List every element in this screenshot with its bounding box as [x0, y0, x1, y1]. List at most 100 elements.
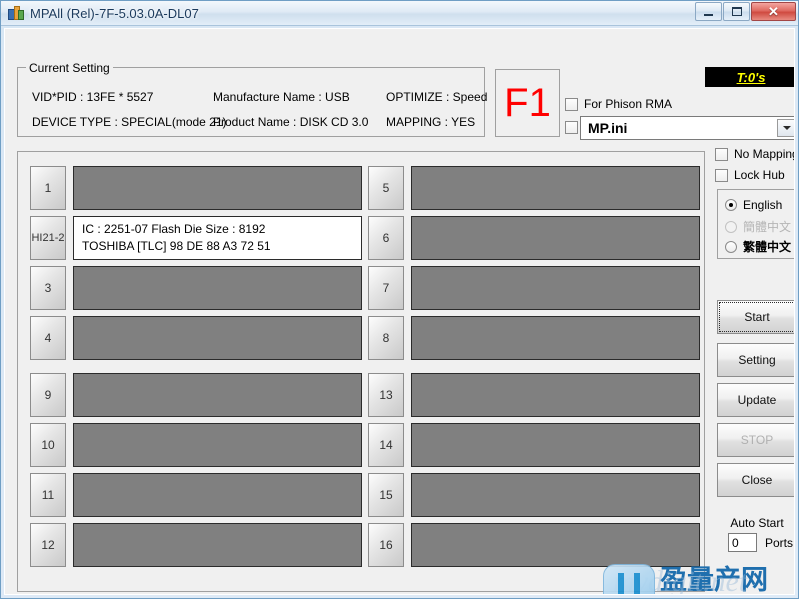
port-slot-status-bar	[73, 523, 362, 567]
language-group: English 簡體中文 繁體中文	[717, 189, 794, 259]
no-mapping-checkbox[interactable]	[715, 147, 728, 161]
maximize-button[interactable]	[723, 2, 750, 21]
f1-label: F1	[504, 81, 551, 125]
port-slot-status-bar	[73, 373, 362, 417]
port-slot-button[interactable]: 15	[368, 473, 404, 517]
port-slot-panel: 1 HI21-2 IC : 2251-07 Flash Die Size : 819…	[17, 151, 705, 592]
close-icon: ✕	[768, 4, 779, 19]
no-mapping-label: No Mapping	[734, 147, 795, 161]
no-mapping-checkbox-row[interactable]: No Mapping	[715, 147, 795, 161]
auto-start-unit-label: Ports	[765, 535, 794, 550]
port-slot-status-bar	[411, 523, 700, 567]
port-slot-status-bar	[73, 473, 362, 517]
phison-rma-label: For Phison RMA	[584, 97, 673, 111]
port-slot-button[interactable]: 5	[368, 166, 404, 210]
port-slot-button[interactable]: 9	[30, 373, 66, 417]
port-slot-button[interactable]: 14	[368, 423, 404, 467]
auto-start-label: Auto Start	[730, 516, 784, 530]
port-slot-button[interactable]: 1	[30, 166, 66, 210]
stop-button-label: STOP	[740, 433, 774, 447]
radio-english[interactable]	[725, 199, 737, 211]
timer-badge-label: T:0's	[736, 69, 766, 85]
phison-rma-checkbox[interactable]	[565, 97, 578, 111]
setting-button[interactable]: Setting	[717, 343, 794, 377]
port-slot: HI21-2 IC : 2251-07 Flash Die Size : 8192…	[30, 216, 362, 260]
ini-file-combobox[interactable]: MP.ini	[580, 116, 794, 140]
window-controls: ✕	[695, 2, 796, 21]
port-slot: 3	[30, 266, 362, 310]
port-slot: 12	[30, 523, 362, 567]
stop-button: STOP	[717, 423, 794, 457]
port-slot: 4	[30, 316, 362, 360]
vid-pid-label: VID*PID : 13FE * 5527	[32, 90, 154, 104]
ini-checkbox-row[interactable]	[565, 121, 578, 134]
minimize-button[interactable]	[695, 2, 722, 21]
radio-traditional-chinese[interactable]	[725, 240, 737, 253]
port-slot-button[interactable]: 10	[30, 423, 66, 467]
port-slot: 6	[368, 216, 700, 260]
lock-hub-label: Lock Hub	[734, 168, 785, 182]
language-option-traditional-chinese[interactable]: 繁體中文	[725, 238, 791, 255]
lock-hub-checkbox-row[interactable]: Lock Hub	[715, 168, 785, 182]
port-slot-button[interactable]: 8	[368, 316, 404, 360]
mapping-label: MAPPING : YES	[386, 115, 476, 129]
port-slot-button[interactable]: 11	[30, 473, 66, 517]
port-slot: 1	[30, 166, 362, 210]
port-slot-status-bar	[411, 266, 700, 310]
port-slot: 13	[368, 373, 700, 417]
client-area: Current Setting VID*PID : 13FE * 5527 DE…	[4, 28, 795, 595]
close-app-button-label: Close	[741, 473, 773, 487]
port-slot: 11	[30, 473, 362, 517]
port-slot-status-bar	[73, 166, 362, 210]
language-label-english: English	[743, 198, 783, 212]
auto-start-input[interactable]: 0	[728, 533, 757, 552]
lock-hub-checkbox[interactable]	[715, 168, 728, 182]
minimize-icon	[704, 14, 713, 16]
port-slot-status-bar	[411, 166, 700, 210]
port-slot-status-bar	[411, 216, 700, 260]
port-slot: 7	[368, 266, 700, 310]
update-button-label: Update	[737, 393, 777, 407]
phison-rma-checkbox-row[interactable]: For Phison RMA	[565, 97, 672, 111]
port-slot: 10	[30, 423, 362, 467]
port-slot-status-bar	[411, 423, 700, 467]
update-button[interactable]: Update	[717, 383, 794, 417]
port-slot-status-bar: IC : 2251-07 Flash Die Size : 8192 TOSHIB…	[73, 216, 362, 260]
port-slot-button[interactable]: 4	[30, 316, 66, 360]
f1-indicator: F1	[495, 69, 560, 137]
ini-checkbox[interactable]	[565, 121, 578, 134]
port-slot-button[interactable]: 13	[368, 373, 404, 417]
optimize-label: OPTIMIZE : Speed	[386, 90, 488, 104]
port-slot-status-bar	[411, 316, 700, 360]
port-slot-button[interactable]: 7	[368, 266, 404, 310]
title-bar: MPAll (Rel)-7F-5.03.0A-DL07 ✕	[1, 1, 798, 26]
port-slot-button[interactable]: 3	[30, 266, 66, 310]
port-slot-button[interactable]: HI21-2	[30, 216, 66, 260]
port-slot-status-bar	[73, 316, 362, 360]
device-type-label: DEVICE TYPE : SPECIAL(mode 21)	[32, 115, 227, 129]
window-title: MPAll (Rel)-7F-5.03.0A-DL07	[30, 5, 199, 21]
current-setting-group: Current Setting VID*PID : 13FE * 5527 DE…	[17, 61, 488, 137]
setting-button-label: Setting	[738, 353, 776, 367]
port-slot-button[interactable]: 16	[368, 523, 404, 567]
close-button[interactable]: ✕	[751, 2, 796, 21]
language-label-traditional-chinese: 繁體中文	[743, 240, 792, 254]
start-button-label: Start	[744, 310, 770, 324]
start-button[interactable]: Start	[717, 300, 794, 334]
port-slot: 14	[368, 423, 700, 467]
port-slot-button[interactable]: 6	[368, 216, 404, 260]
manufacture-name-label: Manufacture Name : USB	[213, 90, 350, 104]
app-icon	[8, 5, 24, 21]
language-label-simplified-chinese: 簡體中文	[743, 220, 792, 234]
language-option-english[interactable]: English	[725, 198, 782, 212]
language-option-simplified-chinese: 簡體中文	[725, 218, 791, 235]
auto-start-row: 0 Ports	[728, 533, 793, 552]
port-slot-status-bar	[73, 266, 362, 310]
chevron-down-icon[interactable]	[777, 119, 794, 137]
port-slot-info-line-1: IC : 2251-07 Flash Die Size : 8192	[82, 222, 266, 236]
port-slot-button[interactable]: 12	[30, 523, 66, 567]
timer-badge: T:0's	[705, 67, 794, 87]
close-app-button[interactable]: Close	[717, 463, 794, 497]
port-slot-status-bar	[73, 423, 362, 467]
product-name-label: Product Name : DISK CD 3.0	[213, 115, 369, 129]
